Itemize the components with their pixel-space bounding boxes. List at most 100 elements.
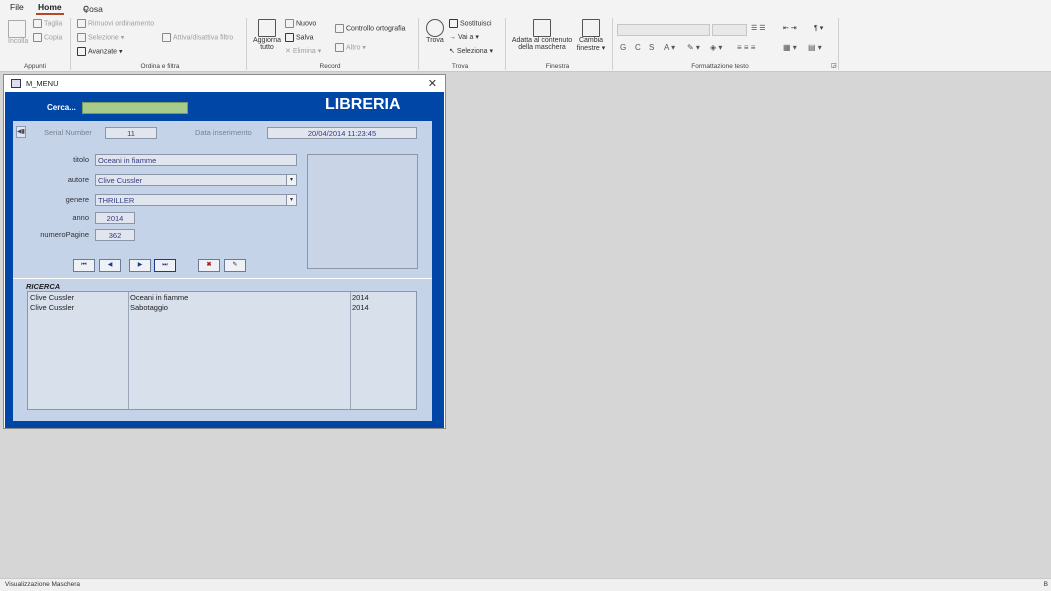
cut-button[interactable]: Taglia bbox=[33, 19, 62, 28]
record-selector[interactable]: ◀▮ bbox=[16, 126, 26, 138]
bold-button[interactable]: G bbox=[620, 43, 626, 52]
genere-combobox[interactable]: THRILLER ▾ bbox=[95, 194, 297, 206]
fit-form-button[interactable]: Adatta al contenuto della maschera bbox=[511, 19, 573, 51]
save-button[interactable]: Salva bbox=[285, 33, 314, 42]
spellcheck-button[interactable]: Controllo ortografia bbox=[335, 24, 406, 33]
find-button[interactable]: Trova bbox=[425, 19, 445, 44]
chevron-down-icon[interactable]: ▾ bbox=[286, 195, 296, 205]
advanced-button[interactable]: Avanzate ▾ bbox=[77, 47, 123, 56]
chevron-down-icon[interactable]: ▾ bbox=[286, 175, 296, 185]
remove-sort-button[interactable]: Rimuovi ordinamento bbox=[77, 19, 154, 28]
status-right: B bbox=[1043, 581, 1048, 588]
font-name-select[interactable] bbox=[617, 24, 710, 36]
titolo-field[interactable]: Oceani in fiamme bbox=[95, 154, 297, 166]
next-record-button[interactable]: ▶ bbox=[129, 259, 151, 272]
bullet-list-button[interactable]: ☰ ☰ bbox=[751, 24, 766, 32]
ribbon: Incolla Taglia Copia Appunti Rimuovi ord… bbox=[0, 16, 1051, 72]
group-ordina: Ordina e filtra bbox=[140, 63, 180, 70]
menu-file[interactable]: File bbox=[10, 2, 24, 12]
ricerca-label: RICERCA bbox=[26, 282, 61, 291]
refresh-all-button[interactable]: Aggiorna tutto bbox=[252, 19, 282, 51]
selection-label: Selezione bbox=[88, 34, 119, 42]
dialog-launcher-icon[interactable]: ◲ bbox=[831, 62, 837, 69]
copy-button[interactable]: Copia bbox=[33, 33, 62, 42]
switch-windows-button[interactable]: Cambia finestre ▾ bbox=[575, 19, 607, 52]
x-icon: ✕ bbox=[285, 48, 293, 55]
autore-combobox[interactable]: Clive Cussler ▾ bbox=[95, 174, 297, 186]
find-label: Trova bbox=[426, 37, 444, 44]
serial-label: Serial Number bbox=[44, 128, 92, 137]
delete-record-button[interactable]: ✖ bbox=[198, 259, 220, 272]
window-titlebar[interactable]: M_MENU ✕ bbox=[4, 75, 445, 92]
funnel-icon bbox=[162, 33, 171, 42]
search-input[interactable] bbox=[82, 102, 188, 114]
serial-field[interactable]: 11 bbox=[105, 127, 157, 139]
paragraph-button[interactable]: ¶ ▾ bbox=[814, 24, 823, 32]
goto-label: Vai a bbox=[457, 34, 474, 41]
italic-button[interactable]: C bbox=[635, 43, 641, 52]
fill-color-button[interactable]: ◈ ▾ bbox=[710, 43, 722, 52]
paragraph-icon: ¶ ▾ bbox=[814, 25, 824, 32]
goto-button[interactable]: → Vai a ▾ bbox=[449, 33, 479, 41]
paste-button[interactable]: Incolla bbox=[8, 20, 28, 45]
font-size-select[interactable] bbox=[712, 24, 747, 36]
highlight-button[interactable]: ✎ ▾ bbox=[687, 43, 700, 52]
pagine-field[interactable]: 362 bbox=[95, 229, 135, 241]
switch-label: Cambia bbox=[578, 37, 604, 44]
indent-button[interactable]: ⇤ ⇥ bbox=[783, 24, 797, 32]
toggle-filter-label: Attiva/disattiva filtro bbox=[173, 34, 234, 42]
pagine-label: numeroPagine bbox=[40, 230, 89, 239]
last-record-button[interactable]: ⏭ bbox=[154, 259, 176, 272]
font-color-button[interactable]: A ▾ bbox=[664, 43, 675, 52]
close-button[interactable]: ✕ bbox=[428, 77, 437, 90]
underline-button[interactable]: S bbox=[649, 43, 654, 52]
align-buttons[interactable]: ≡ ≡ ≡ bbox=[737, 43, 755, 52]
date-label: Data inserimento bbox=[195, 128, 252, 137]
first-record-button[interactable]: ⏮ bbox=[73, 259, 95, 272]
group-finestra: Finestra bbox=[545, 63, 570, 70]
paste-icon bbox=[8, 20, 26, 38]
spellcheck-icon bbox=[335, 24, 344, 33]
prev-record-button[interactable]: ◀ bbox=[99, 259, 121, 272]
delete-button[interactable]: ✕ Elimina ▾ bbox=[285, 47, 321, 55]
edit-record-button[interactable]: ✎ bbox=[224, 259, 246, 272]
separator bbox=[612, 18, 613, 70]
gridlines-button[interactable]: ▦ ▾ bbox=[783, 43, 797, 52]
gridlines-icon: ▦ ▾ bbox=[783, 43, 797, 52]
row-year: 2014 bbox=[352, 293, 369, 302]
advanced-filter-icon bbox=[77, 47, 86, 56]
separator bbox=[418, 18, 419, 70]
advanced-label: Avanzate bbox=[88, 48, 118, 56]
selection-button[interactable]: Selezione ▾ bbox=[77, 33, 124, 42]
separator bbox=[70, 18, 71, 70]
row-year: 2014 bbox=[352, 303, 369, 312]
home-tab-indicator bbox=[36, 13, 64, 15]
alt-row-color-button[interactable]: ▤ ▾ bbox=[808, 43, 822, 52]
replace-icon bbox=[449, 19, 458, 28]
refresh-label-2: tutto bbox=[260, 44, 274, 51]
row-title: Sabotaggio bbox=[130, 303, 168, 312]
anno-field[interactable]: 2014 bbox=[95, 212, 135, 224]
group-appunti: Appunti bbox=[23, 63, 47, 70]
anno-label: anno bbox=[72, 213, 89, 222]
new-record-icon bbox=[285, 19, 294, 28]
more-button[interactable]: Altro ▾ bbox=[335, 43, 366, 52]
highlight-icon: ✎ ▾ bbox=[687, 43, 700, 52]
form-icon bbox=[11, 79, 21, 88]
replace-button[interactable]: Sostituisci bbox=[449, 19, 492, 28]
align-icon: ≡ ≡ ≡ bbox=[737, 43, 756, 52]
menu-home[interactable]: Home bbox=[38, 2, 62, 12]
results-listbox[interactable]: Clive Cussler Oceani in fiamme 2014 Cliv… bbox=[27, 291, 417, 410]
status-bar: Visualizzazione Maschera B bbox=[0, 578, 1051, 591]
fill-icon: ◈ ▾ bbox=[710, 43, 723, 52]
new-record-button[interactable]: Nuovo bbox=[285, 19, 316, 28]
delete-label: Elimina bbox=[292, 48, 316, 55]
filter-icon bbox=[77, 33, 86, 42]
select-button[interactable]: ↖ Seleziona ▾ bbox=[449, 47, 493, 55]
search-results-panel: RICERCA Clive Cussler Oceani in fiamme 2… bbox=[13, 278, 432, 421]
toggle-filter-button[interactable]: Attiva/disattiva filtro bbox=[162, 33, 233, 42]
genere-label: genere bbox=[65, 195, 89, 204]
select-label: Seleziona bbox=[456, 48, 488, 55]
fit-label-2: della maschera bbox=[518, 44, 566, 51]
date-field[interactable]: 20/04/2014 11:23:45 bbox=[267, 127, 417, 139]
